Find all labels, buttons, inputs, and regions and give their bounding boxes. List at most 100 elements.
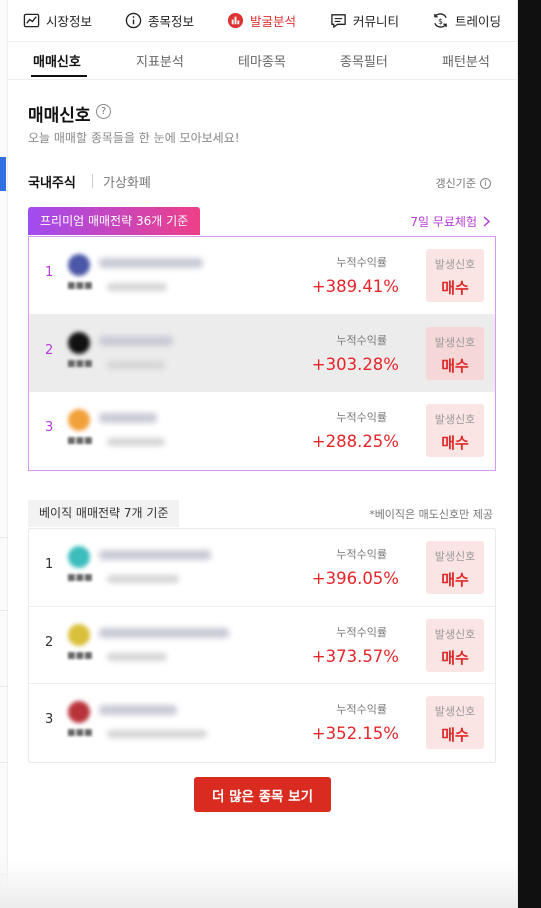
free-trial-link[interactable]: 7일 무료체험 [410, 213, 490, 230]
signal-value: 매수 [441, 571, 469, 589]
nav-community[interactable]: 커뮤니티 [330, 11, 399, 30]
active-tab-underline [31, 75, 87, 77]
stock-logo [68, 331, 90, 354]
rank-number: 1 [45, 557, 54, 572]
top-navigation: 시장정보 종목정보 발굴분석 커뮤니티 $ 트레이딩 [8, 0, 517, 42]
tab-indicator-analysis[interactable]: 지표분석 [136, 51, 184, 70]
signal-label: 발생신호 [434, 258, 476, 271]
signal-badge: 발생신호 매수 [426, 541, 484, 594]
stock-name-blurred [99, 258, 203, 268]
signal-label: 발생신호 [434, 335, 476, 349]
tab-trading-signal[interactable]: 매매신호 [33, 51, 81, 70]
list-item[interactable]: 2 ■■■ 누적수익률 +303.28% 발생신호 매수 [29, 314, 495, 392]
return-label: 누적수익률 [336, 625, 387, 639]
return-value: +373.57% [311, 646, 399, 666]
signal-value: 매수 [441, 356, 469, 375]
edge-divider [0, 762, 8, 763]
stock-detail-blurred [107, 652, 167, 661]
stock-logo [68, 701, 90, 723]
update-basis-label: 갱신기준 [435, 177, 476, 190]
more-stocks-button[interactable]: 더 많은 종목 보기 [194, 777, 331, 812]
tab-stock-filter[interactable]: 종목필터 [340, 51, 388, 70]
nav-trading[interactable]: $ 트레이딩 [432, 11, 501, 30]
nav-label: 발굴분석 [250, 14, 297, 29]
basic-badge: 베이직 매매전략 7개 기준 [28, 500, 180, 527]
signal-label: 발생신호 [434, 550, 476, 563]
list-item[interactable]: 1 ■■■ 누적수익률 +389.41% 발생신호 매수 [29, 237, 495, 315]
return-value: +396.05% [311, 569, 399, 588]
nav-label: 커뮤니티 [353, 14, 400, 29]
stock-name-blurred [99, 550, 211, 560]
stock-detail-blurred [107, 360, 165, 369]
basic-signal-list: 1 ■■■ 누적수익률 +396.05% 발생신호 매수 2 ■■■ 누적수익률… [28, 528, 496, 763]
edge-tab-marker[interactable] [0, 157, 6, 191]
sub-tabs: 매매신호 지표분석 테마종목 종목필터 패턴분석 [8, 42, 517, 80]
return-value: +389.41% [311, 277, 399, 296]
nav-stock-info[interactable]: 종목정보 [125, 11, 194, 30]
rank-number: 3 [45, 420, 54, 435]
stock-logo [68, 546, 90, 568]
blurred-label: ■■■ [67, 573, 93, 583]
return-label: 누적수익률 [336, 411, 387, 424]
tab-theme-stocks[interactable]: 테마종목 [238, 51, 286, 70]
stock-logo [68, 623, 90, 646]
question-icon[interactable]: ? [96, 104, 111, 119]
tab-crypto[interactable]: 가상화폐 [103, 172, 151, 191]
premium-badge: 프리미엄 매매전략 36개 기준 [28, 207, 201, 235]
blurred-label: ■■■ [67, 436, 93, 446]
blurred-label: ■■■ [67, 358, 93, 369]
nav-label: 트레이딩 [455, 14, 502, 29]
blurred-label: ■■■ [67, 728, 93, 738]
rank-number: 3 [45, 712, 54, 727]
signal-label: 발생신호 [434, 413, 476, 426]
list-item[interactable]: 1 ■■■ 누적수익률 +396.05% 발생신호 매수 [29, 529, 495, 607]
stock-detail-blurred [107, 575, 179, 583]
bar-chart-icon [227, 12, 244, 29]
list-item[interactable]: 3 ■■■ 누적수익률 +288.25% 발생신호 매수 [29, 392, 495, 470]
signal-label: 발생신호 [434, 705, 476, 718]
nav-discovery-analysis[interactable]: 발굴분석 [227, 11, 296, 30]
chart-icon [23, 13, 40, 28]
return-value: +303.28% [311, 354, 399, 374]
stock-name-blurred [99, 335, 173, 346]
signal-value: 매수 [441, 434, 469, 452]
signal-badge: 발생신호 매수 [426, 404, 484, 457]
signal-value: 매수 [441, 726, 469, 744]
free-trial-label: 7일 무료체험 [410, 215, 477, 229]
nav-label: 시장정보 [46, 14, 93, 29]
info-icon: i [480, 177, 491, 189]
premium-signal-list: 1 ■■■ 누적수익률 +389.41% 발생신호 매수 2 ■■■ 누적수익률… [28, 236, 496, 471]
list-item[interactable]: 3 ■■■ 누적수익률 +352.15% 발생신호 매수 [29, 684, 495, 762]
signal-value: 매수 [441, 648, 469, 667]
update-basis[interactable]: 갱신기준 i [436, 175, 491, 191]
signal-badge: 발생신호 매수 [426, 326, 484, 380]
stock-detail-blurred [107, 283, 167, 291]
tab-separator [92, 174, 93, 188]
rank-number: 1 [45, 265, 54, 280]
signal-badge: 발생신호 매수 [426, 618, 484, 672]
return-value: +352.15% [311, 724, 399, 743]
edge-divider [0, 686, 8, 687]
stock-name-blurred [99, 413, 157, 423]
page-title: 매매신호 [28, 106, 91, 126]
basic-note: *베이직은 매도신호만 제공 [369, 508, 493, 521]
bottom-fade [0, 860, 517, 908]
chat-icon [331, 14, 346, 28]
stock-name-blurred [99, 627, 229, 638]
page-subtitle: 오늘 매매할 종목들을 한 눈에 모아보세요! [28, 131, 240, 145]
chevron-right-icon [483, 216, 490, 227]
signal-label: 발생신호 [434, 627, 476, 641]
tab-domestic-stocks[interactable]: 국내주식 [28, 172, 76, 191]
nav-market-info[interactable]: 시장정보 [23, 11, 92, 30]
left-edge-strip [0, 0, 8, 908]
trading-icon: $ [434, 13, 447, 28]
edge-divider [0, 610, 8, 611]
tab-pattern-analysis[interactable]: 패턴분석 [442, 51, 490, 70]
edge-divider [0, 537, 8, 538]
list-item[interactable]: 2 ■■■ 누적수익률 +373.57% 발생신호 매수 [29, 607, 495, 684]
signals-panel: 시장정보 종목정보 발굴분석 커뮤니티 $ 트레이딩 매매신호 지표분석 테마종… [0, 0, 518, 908]
return-label: 누적수익률 [336, 256, 387, 269]
signal-badge: 발생신호 매수 [426, 249, 484, 302]
return-value: +288.25% [311, 432, 399, 451]
blurred-label: ■■■ [67, 281, 93, 291]
